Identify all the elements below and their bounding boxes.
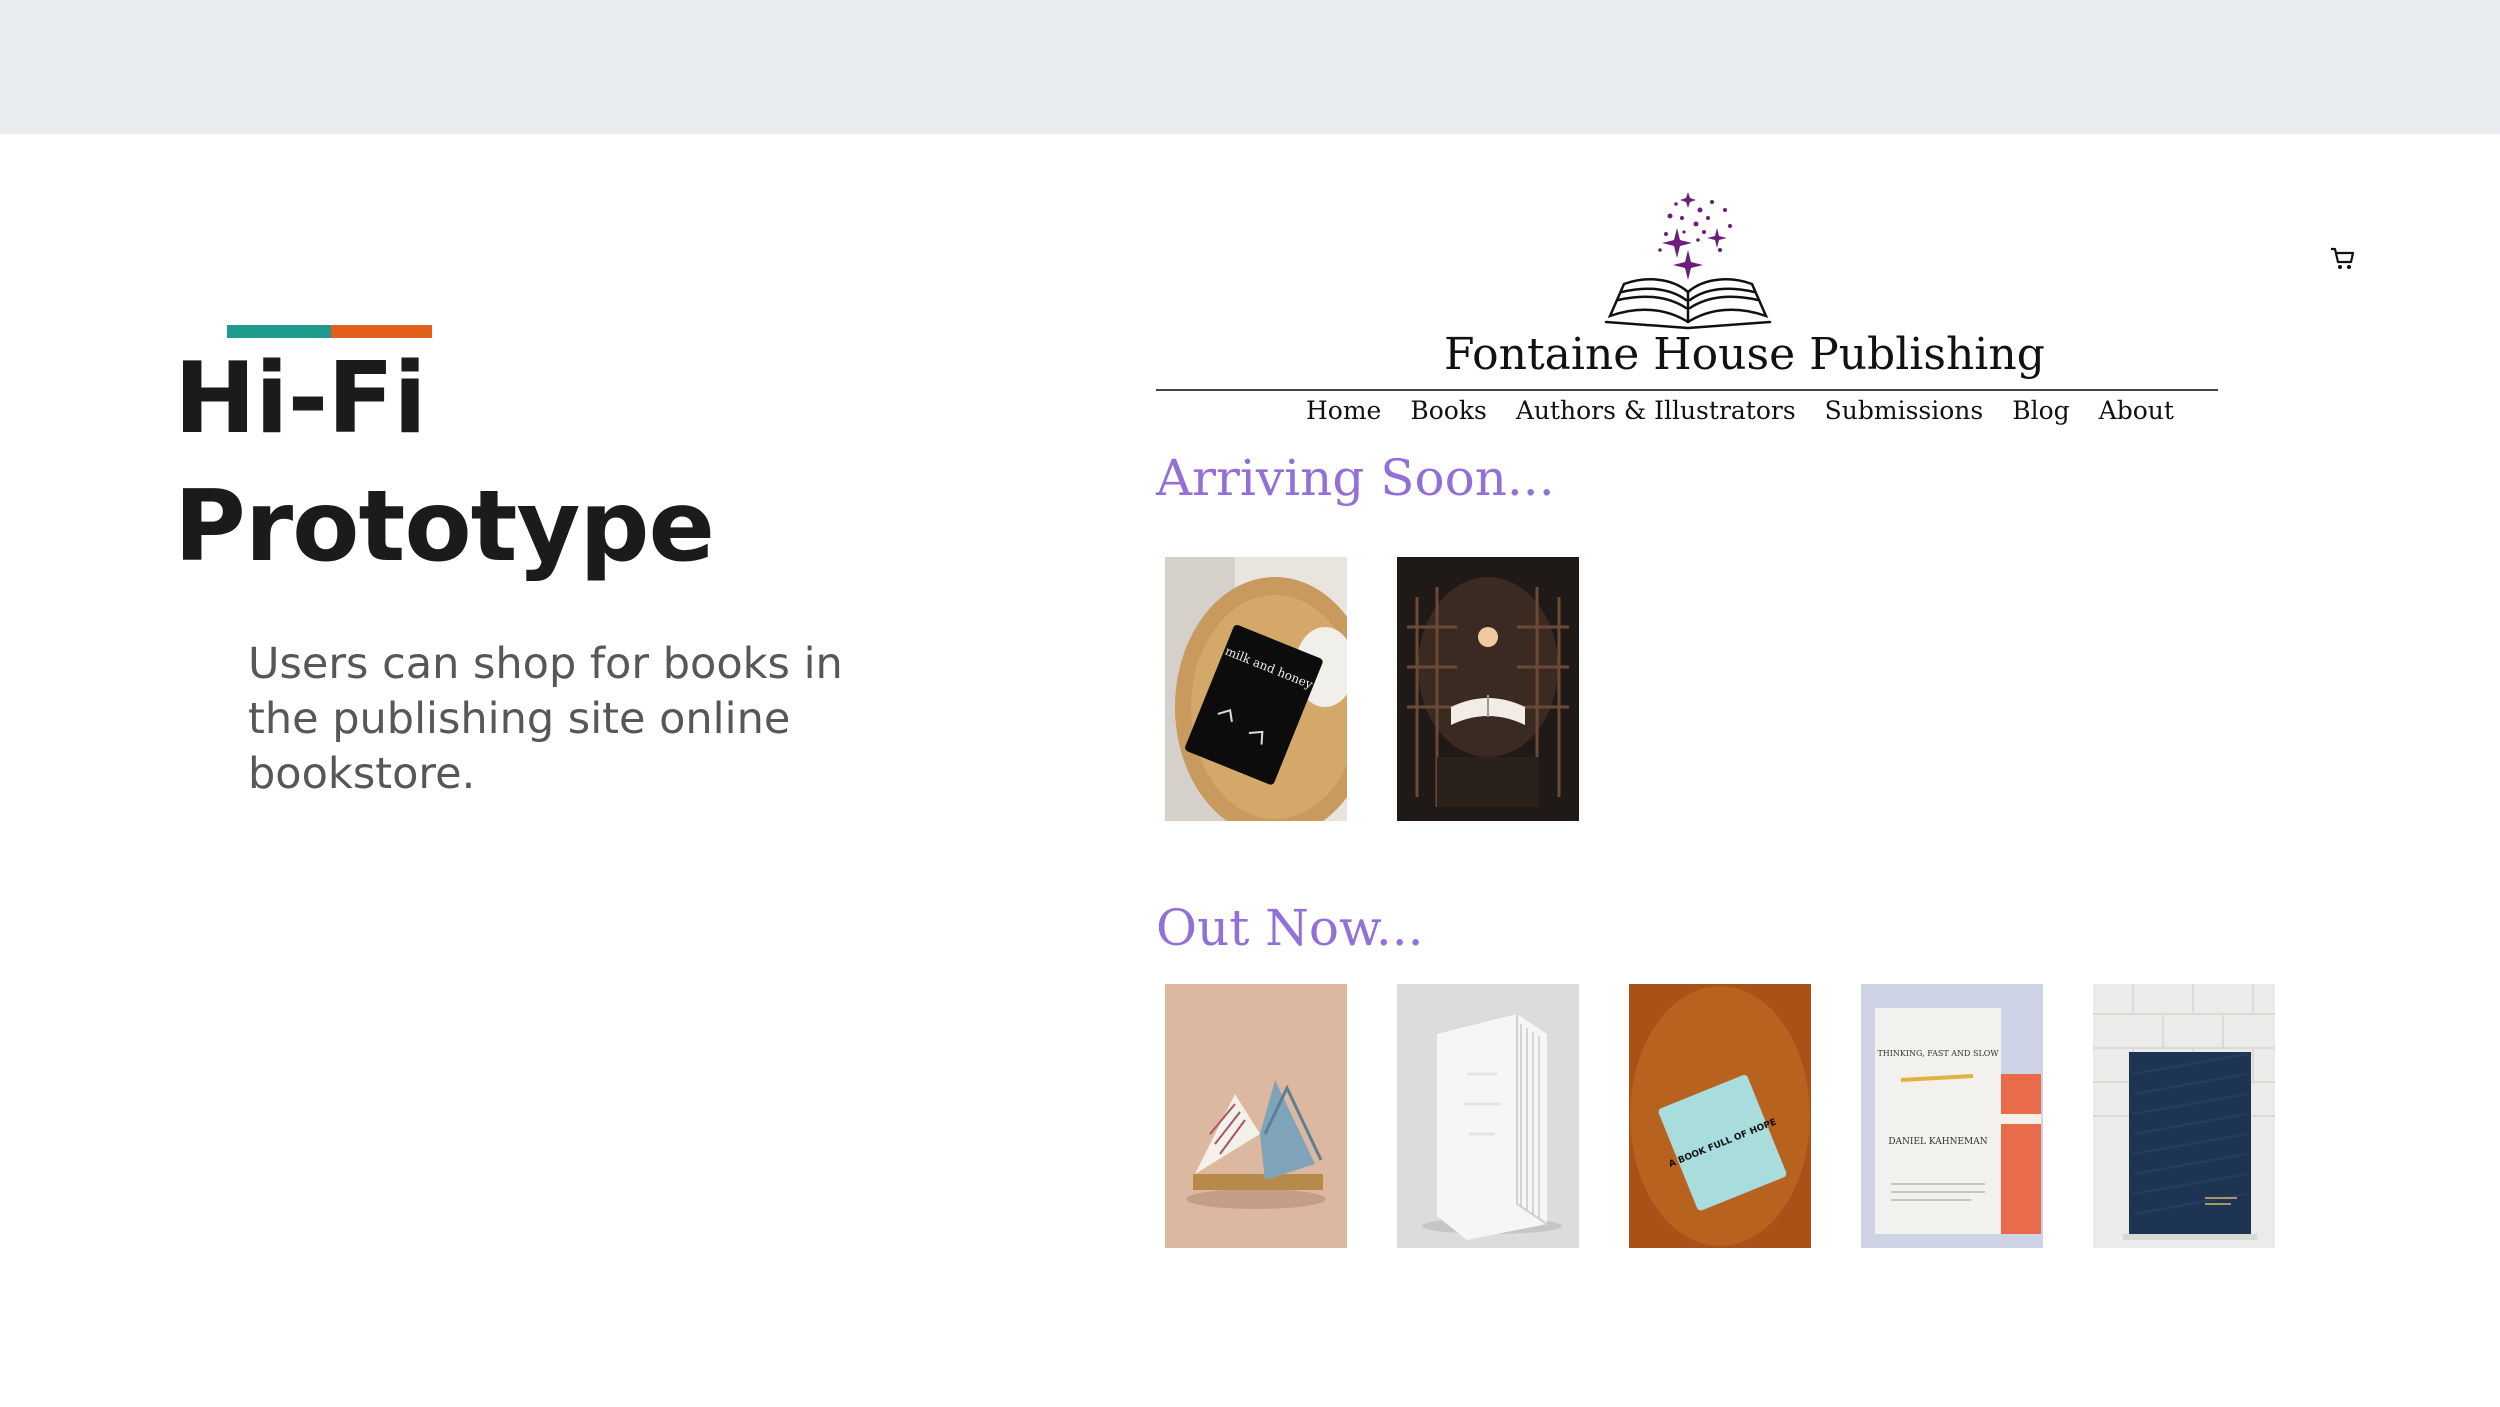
top-bar — [0, 0, 2500, 134]
nav-home[interactable]: Home — [1306, 396, 1381, 425]
slide-title: Hi-Fi Prototype — [174, 335, 715, 591]
slide-title-line-2: Prototype — [174, 470, 715, 584]
out-now-heading: Out Now... — [1156, 899, 1424, 957]
book-card-book-full-of-hope[interactable]: A BOOK FULL OF HOPE — [1629, 984, 1811, 1248]
book-title-text-thinking: THINKING, FAST AND SLOW — [1877, 1049, 1999, 1058]
slide-title-line-1: Hi-Fi — [174, 342, 427, 456]
nav-blog[interactable]: Blog — [2012, 396, 2069, 425]
slide-description: Users can shop for books in the publishi… — [248, 639, 843, 799]
book-card-milk-and-honey[interactable]: milk and honey — [1165, 557, 1347, 821]
nav-submissions[interactable]: Submissions — [1825, 396, 1984, 425]
shopping-cart-icon[interactable] — [2329, 244, 2357, 272]
main-nav: Home Books Authors & Illustrators Submis… — [1306, 390, 2174, 430]
book-card-open-book[interactable] — [1165, 984, 1347, 1248]
book-card-thinking-fast-and-slow[interactable]: THINKING, FAST AND SLOW DANIEL KAHNEMAN — [1861, 984, 2043, 1248]
site-name[interactable]: Fontaine House Publishing — [1444, 328, 2045, 382]
book-card-white-book[interactable] — [1397, 984, 1579, 1248]
book-author-text-kahneman: DANIEL KAHNEMAN — [1888, 1137, 1987, 1147]
book-card-navy-book[interactable] — [2093, 984, 2275, 1248]
open-book-sparkles-icon[interactable] — [1600, 188, 1776, 330]
nav-books[interactable]: Books — [1410, 396, 1486, 425]
book-card-library-reading[interactable] — [1397, 557, 1579, 821]
nav-about[interactable]: About — [2099, 396, 2174, 425]
nav-authors-illustrators[interactable]: Authors & Illustrators — [1516, 396, 1796, 425]
arriving-soon-heading: Arriving Soon... — [1156, 449, 1555, 507]
